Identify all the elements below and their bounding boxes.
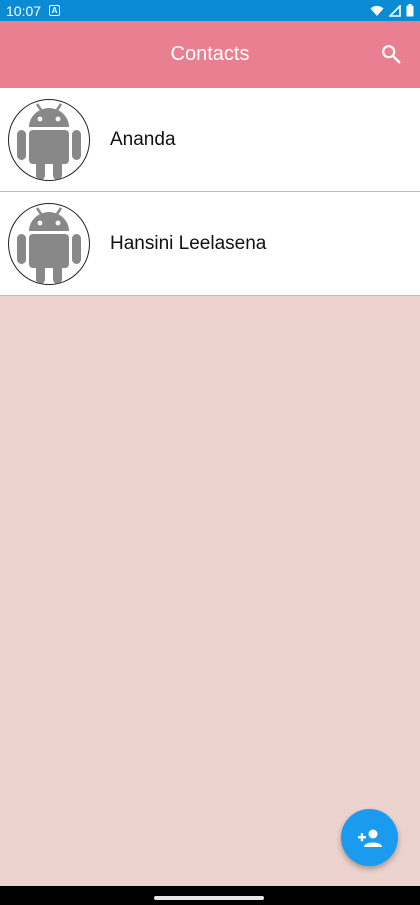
status-time: 10:07: [6, 2, 42, 19]
wifi-icon: [370, 5, 384, 16]
navigation-bar: [0, 886, 420, 905]
contact-row[interactable]: Ananda: [0, 88, 420, 192]
battery-icon: [406, 4, 414, 17]
app-bar: Contacts: [0, 21, 420, 88]
notification-icon: A: [49, 5, 61, 16]
status-bar: 10:07 A: [0, 0, 420, 21]
contact-name: Hansini Leelasena: [110, 232, 267, 254]
android-robot-icon: [8, 202, 90, 285]
contacts-list: Ananda Hansini Leelasena: [0, 88, 420, 296]
status-icons: [370, 4, 414, 17]
contact-name: Ananda: [110, 128, 176, 150]
add-contact-button[interactable]: [341, 809, 398, 866]
page-title: Contacts: [170, 43, 250, 65]
home-gesture-handle[interactable]: [154, 896, 264, 900]
signal-icon: [389, 4, 401, 17]
contact-row[interactable]: Hansini Leelasena: [0, 192, 420, 296]
search-icon[interactable]: [380, 43, 402, 65]
person-add-icon: [357, 829, 382, 847]
android-robot-icon: [8, 98, 90, 181]
